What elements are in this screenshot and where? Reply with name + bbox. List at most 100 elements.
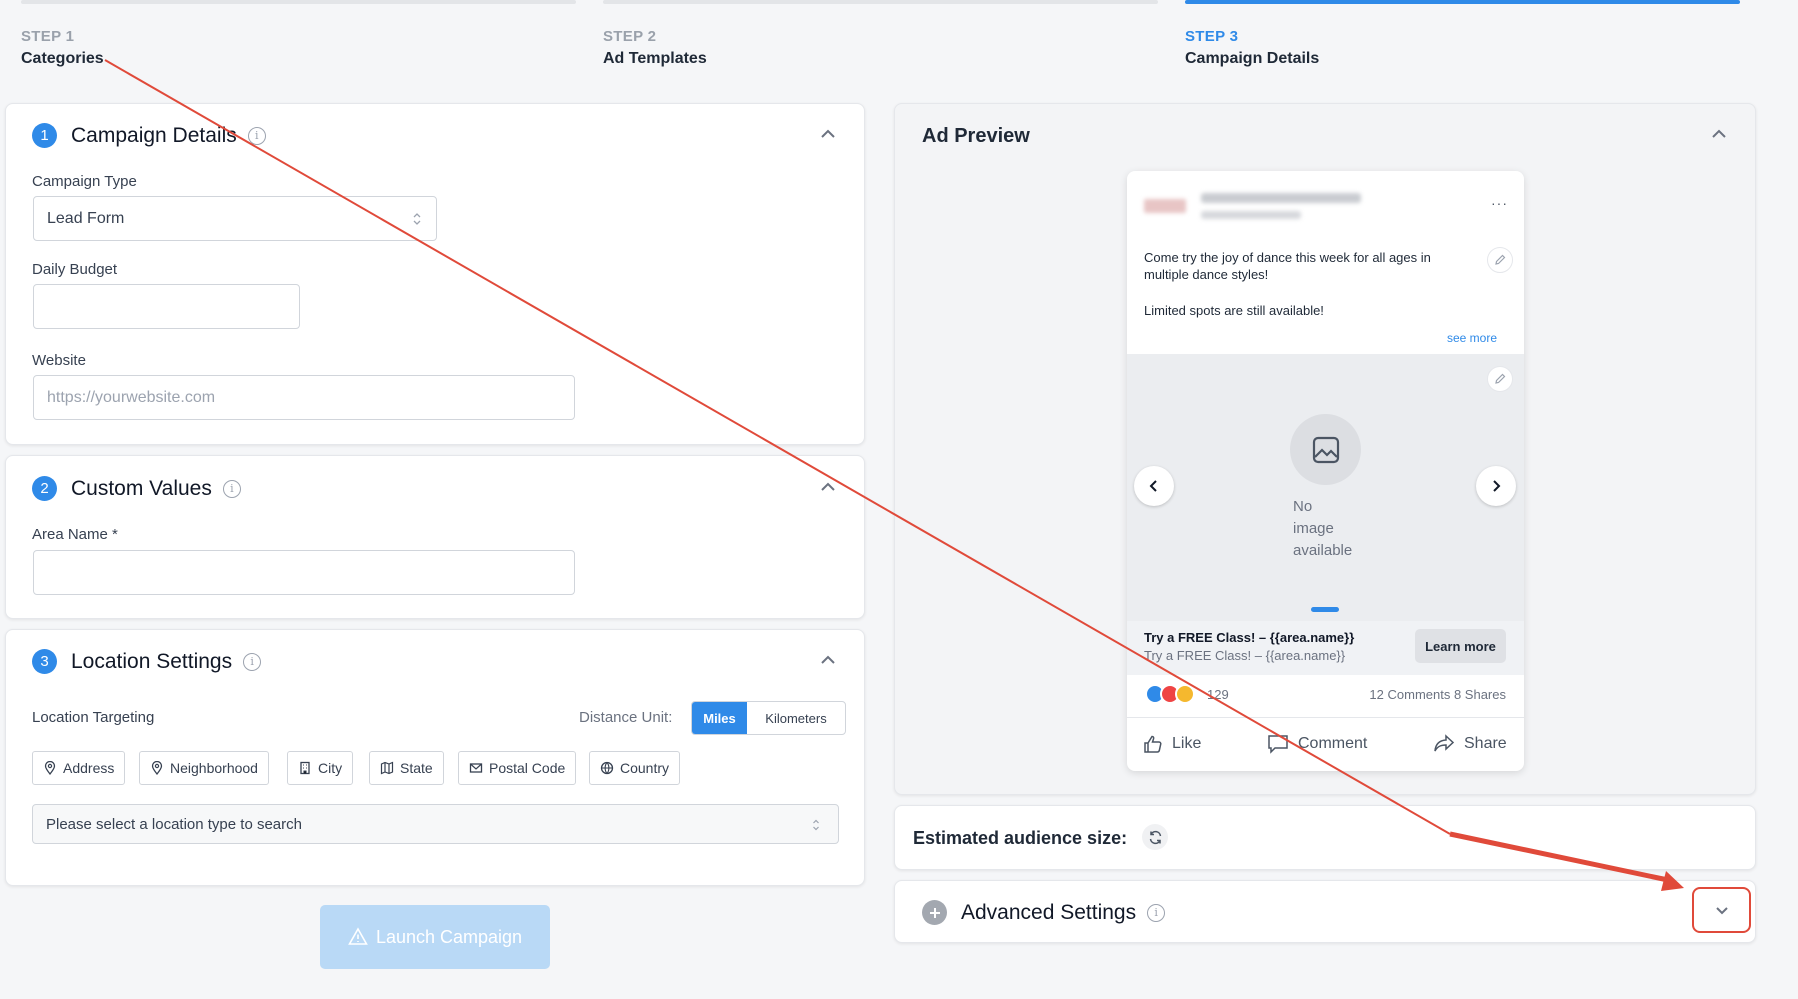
- audience-card: Estimated audience size:: [894, 805, 1756, 870]
- chevron-up-icon[interactable]: [817, 649, 839, 671]
- launch-campaign-button[interactable]: Launch Campaign: [320, 905, 550, 969]
- chip-label: Address: [63, 760, 115, 776]
- ad-preview-title: Ad Preview: [922, 125, 1030, 147]
- custom-values-card: 2 Custom Values i Area Name *: [5, 455, 865, 619]
- see-more-link[interactable]: see more: [1447, 331, 1497, 345]
- section-title: Custom Values: [71, 476, 212, 500]
- location-type-city[interactable]: City: [287, 751, 354, 785]
- location-type-state[interactable]: State: [369, 751, 444, 785]
- step-label: STEP 2: [603, 28, 657, 45]
- section-title: Location Settings: [71, 649, 233, 673]
- advanced-settings-header[interactable]: Advanced Settings i: [922, 900, 1166, 925]
- thumbs-up-icon: [1144, 735, 1162, 753]
- globe-icon: [600, 761, 614, 775]
- ad-headline: Try a FREE Class! – {{area.name}}: [1144, 630, 1355, 645]
- ad-image-area: No image available: [1127, 354, 1524, 621]
- chip-label: Neighborhood: [170, 760, 258, 776]
- share-icon: [1434, 734, 1455, 752]
- comments-shares-count[interactable]: 12 Comments 8 Shares: [1369, 687, 1506, 702]
- unit-kilometers-button[interactable]: Kilometers: [747, 702, 845, 734]
- distance-unit-label: Distance Unit:: [579, 709, 673, 726]
- edit-image-button[interactable]: [1487, 366, 1513, 392]
- step-bar: [603, 0, 1158, 4]
- location-search-select[interactable]: Please select a location type to search: [32, 804, 839, 844]
- unit-miles-button[interactable]: Miles: [692, 702, 747, 734]
- chevron-up-icon[interactable]: [1708, 123, 1730, 145]
- map-pin-icon: [151, 761, 163, 775]
- campaign-type-value: Lead Form: [47, 209, 125, 227]
- post-text-2: Limited spots are still available!: [1144, 303, 1324, 318]
- warning-icon: [348, 927, 368, 945]
- page-logo: [1144, 199, 1186, 213]
- location-type-neighborhood[interactable]: Neighborhood: [139, 751, 269, 785]
- campaign-type-select[interactable]: Lead Form: [33, 196, 437, 241]
- reaction-count: 129: [1207, 686, 1229, 702]
- mail-icon: [469, 763, 483, 773]
- action-label: Comment: [1298, 735, 1368, 752]
- no-image-line: available: [1293, 542, 1353, 559]
- share-action[interactable]: Share: [1433, 734, 1507, 754]
- like-action[interactable]: Like: [1143, 734, 1201, 754]
- facebook-ad-mock: ··· Come try the joy of dance this week …: [1127, 171, 1524, 771]
- select-arrows-icon: [813, 819, 819, 831]
- no-image-line: No: [1293, 498, 1313, 515]
- more-options-icon[interactable]: ···: [1491, 195, 1508, 211]
- chevron-left-icon: [1149, 480, 1157, 492]
- chip-label: Country: [620, 760, 670, 776]
- pencil-icon: [1495, 373, 1506, 384]
- chevron-right-icon: [1493, 480, 1501, 492]
- daily-budget-label: Daily Budget: [32, 261, 118, 278]
- step-label: STEP 3: [1185, 28, 1239, 45]
- website-label: Website: [32, 352, 86, 369]
- location-settings-header[interactable]: 3 Location Settings i: [32, 649, 262, 674]
- post-text: Come try the joy of dance this week for …: [1144, 250, 1431, 282]
- refresh-button[interactable]: [1142, 824, 1168, 850]
- refresh-icon: [1149, 830, 1161, 844]
- sponsored-blurred: [1201, 211, 1301, 219]
- step-label: STEP 1: [21, 28, 75, 45]
- building-icon: [300, 761, 310, 775]
- step-name: Ad Templates: [603, 50, 707, 67]
- location-type-country[interactable]: Country: [589, 751, 681, 785]
- area-name-input[interactable]: [33, 550, 575, 595]
- divider: [1127, 717, 1524, 718]
- chevron-down-icon: [1715, 907, 1728, 915]
- custom-values-header[interactable]: 2 Custom Values i: [32, 476, 241, 501]
- comment-icon: [1268, 735, 1288, 754]
- website-input[interactable]: https://yourwebsite.com: [33, 375, 575, 420]
- reactions-summary[interactable]: 129: [1145, 684, 1229, 704]
- location-targeting-label: Location Targeting: [32, 709, 155, 726]
- carousel-indicator: [1311, 607, 1339, 612]
- info-icon[interactable]: i: [243, 652, 262, 671]
- campaign-details-header[interactable]: 1 Campaign Details i: [32, 123, 266, 148]
- carousel-prev-button[interactable]: [1134, 466, 1174, 506]
- image-placeholder-icon: [1290, 414, 1361, 485]
- advanced-settings-title: Advanced Settings: [961, 900, 1137, 924]
- care-reaction-icon: [1175, 684, 1195, 704]
- section-title: Campaign Details: [71, 123, 237, 147]
- ad-cta-bar: Try a FREE Class! – {{area.name}} Try a …: [1127, 621, 1524, 675]
- advanced-settings-expand-button[interactable]: [1692, 887, 1751, 933]
- info-icon[interactable]: i: [247, 126, 266, 145]
- location-search-placeholder: Please select a location type to search: [46, 815, 302, 833]
- chevron-up-icon[interactable]: [817, 476, 839, 498]
- step-campaign-details[interactable]: STEP 3 Campaign Details: [1185, 0, 1740, 68]
- location-type-postal-code[interactable]: Postal Code: [458, 751, 577, 785]
- step-ad-templates[interactable]: STEP 2 Ad Templates: [603, 0, 1158, 68]
- map-icon: [380, 761, 394, 775]
- section-number: 3: [32, 649, 57, 674]
- step-categories[interactable]: STEP 1 Categories: [21, 0, 576, 68]
- learn-more-button[interactable]: Learn more: [1415, 629, 1506, 663]
- section-number: 2: [32, 476, 57, 501]
- location-type-address[interactable]: Address: [32, 751, 126, 785]
- distance-unit-toggle: Miles Kilometers: [691, 701, 846, 735]
- edit-text-button[interactable]: [1487, 247, 1513, 273]
- info-icon[interactable]: i: [1147, 903, 1166, 922]
- info-icon[interactable]: i: [222, 479, 241, 498]
- carousel-next-button[interactable]: [1476, 466, 1516, 506]
- plus-icon: [922, 900, 947, 925]
- step-bar: [21, 0, 576, 4]
- chevron-up-icon[interactable]: [817, 123, 839, 145]
- comment-action[interactable]: Comment: [1267, 734, 1367, 754]
- daily-budget-input[interactable]: [33, 284, 300, 329]
